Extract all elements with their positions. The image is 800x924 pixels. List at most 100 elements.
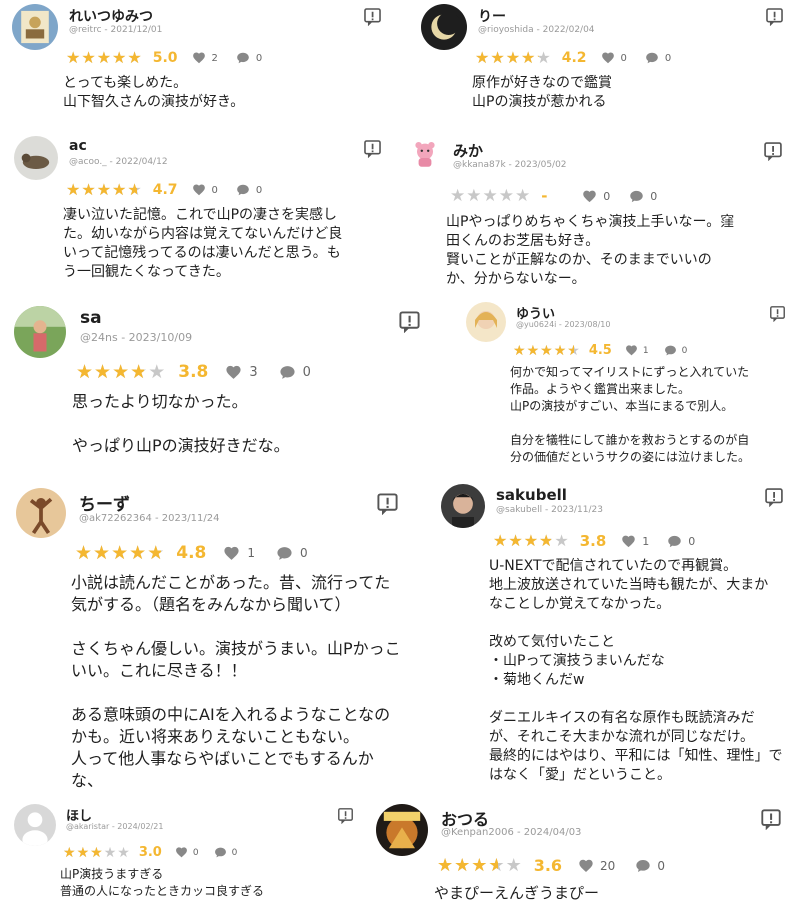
comment-bubble-icon[interactable]	[667, 534, 682, 549]
illustration-avatar-icon	[466, 302, 506, 342]
username[interactable]: ac	[69, 138, 87, 154]
report-icon[interactable]	[376, 492, 399, 515]
star-rating: ★★★★★★★★★★	[450, 185, 531, 206]
user-handle[interactable]: @akaristar	[66, 822, 109, 831]
like-heart-icon[interactable]	[225, 364, 242, 381]
comment-bubble-icon[interactable]	[236, 183, 250, 197]
report-icon[interactable]	[363, 7, 382, 26]
star-icon: ★★	[567, 342, 580, 359]
like-heart-icon[interactable]	[601, 51, 615, 65]
user-handle[interactable]: @ak72262364	[79, 513, 152, 524]
like-heart-icon[interactable]	[192, 51, 206, 65]
star-icon: ★★	[505, 854, 522, 876]
review-card: おつる@Kenpan2006 - 2024/04/03★★★★★★★★★★3.6…	[370, 800, 800, 924]
review-card: ほし@akaristar - 2024/02/21★★★★★★★★★★3.000…	[8, 800, 368, 924]
comment-bubble-icon[interactable]	[236, 51, 250, 65]
username[interactable]: みか	[453, 140, 483, 161]
username[interactable]: sa	[80, 308, 102, 328]
comment-count: 0	[231, 847, 238, 858]
user-avatar[interactable]	[14, 306, 66, 358]
user-avatar[interactable]	[466, 302, 506, 342]
star-icon: ★★	[130, 360, 148, 383]
user-avatar[interactable]	[421, 4, 467, 50]
username[interactable]: ちーず	[79, 490, 130, 515]
rating-score: 4.2	[561, 50, 587, 66]
like-count: 1	[247, 546, 255, 560]
report-icon[interactable]	[763, 141, 783, 161]
user-avatar[interactable]	[441, 484, 485, 528]
comment-bubble-icon[interactable]	[664, 344, 677, 357]
star-icon: ★★	[75, 541, 93, 564]
username[interactable]: sakubell	[496, 486, 567, 504]
star-icon: ★★	[437, 854, 454, 876]
report-icon[interactable]	[398, 310, 421, 333]
user-handle[interactable]: @sakubell	[496, 505, 542, 515]
star-icon: ★★	[475, 48, 490, 67]
user-handle[interactable]: @reitrc	[69, 25, 102, 35]
report-icon[interactable]	[769, 305, 786, 322]
review-text: 小説は読んだことがあった。昔、流行ってた 気がする。（題名をみんなから聞いて） …	[71, 573, 401, 790]
star-icon: ★★	[450, 185, 466, 206]
star-icon: ★★	[76, 360, 94, 383]
like-heart-icon[interactable]	[175, 846, 188, 859]
username[interactable]: りー	[478, 6, 506, 26]
comment-bubble-icon[interactable]	[279, 364, 296, 381]
review-text: 思ったより切なかった。 やっぱり山Pの演技好きだな。	[72, 392, 290, 455]
report-icon[interactable]	[760, 808, 782, 830]
like-heart-icon[interactable]	[625, 344, 638, 357]
meta-separator: -	[106, 157, 116, 167]
star-icon: ★★	[81, 180, 96, 199]
review-text: U-NEXTで配信されていたので再観賞。 地上波放送されていた当時も観たが、大ま…	[489, 558, 783, 783]
user-meta: @kkana87k - 2023/05/02	[453, 160, 567, 170]
star-icon: ★★	[112, 48, 127, 67]
user-avatar[interactable]	[16, 488, 66, 538]
comment-bubble-icon[interactable]	[635, 858, 651, 874]
poster-avatar-icon	[376, 804, 428, 856]
review-date: 2023/11/24	[161, 513, 220, 524]
report-icon[interactable]	[765, 7, 784, 26]
star-rating: ★★★★★★★★★★	[513, 344, 581, 358]
review-text: 凄い泣いた記憶。これで山Pの凄さを実感し た。幼いながら内容は覚えてないんだけど…	[63, 207, 343, 280]
default-user-avatar-icon	[14, 804, 56, 846]
user-handle[interactable]: @kkana87k	[453, 160, 506, 170]
like-count: 0	[603, 189, 611, 203]
user-handle[interactable]: @acoo._	[69, 157, 107, 167]
rating-row: ★ ★ ★ ★ ★ ★ ★ ★ ★ ★ 4.8 1 0	[75, 543, 308, 563]
like-heart-icon[interactable]	[192, 183, 206, 197]
star-icon: ★★	[471, 854, 488, 876]
comment-bubble-icon[interactable]	[629, 189, 644, 204]
report-icon[interactable]	[764, 487, 784, 507]
user-avatar[interactable]	[12, 4, 58, 50]
like-heart-icon[interactable]	[582, 189, 597, 204]
star-rating: ★★★★★★★★★★	[75, 541, 165, 564]
user-avatar[interactable]	[409, 138, 441, 170]
review-date: 2023/10/09	[128, 331, 193, 344]
review-text: 原作が好きなので鑑賞 山Pの演技が惹かれる	[472, 75, 612, 110]
meta-separator: -	[101, 25, 111, 35]
star-rating: ★★★★★★★★★★	[76, 360, 166, 383]
user-meta: @yu0624i - 2023/08/10	[516, 320, 610, 329]
like-heart-icon[interactable]	[578, 858, 594, 874]
rating-row: ★★★★★★★★★★3.830	[76, 362, 311, 382]
like-heart-icon[interactable]	[621, 534, 636, 549]
review-card: りー@rioyoshida - 2022/02/04★★★★★★★★★★4.20…	[415, 0, 800, 132]
moon-avatar-icon	[421, 4, 467, 50]
like-count: 3	[249, 364, 258, 380]
comment-bubble-icon[interactable]	[645, 51, 659, 65]
user-handle[interactable]: @Kenpan2006	[441, 827, 514, 838]
user-avatar[interactable]	[14, 804, 56, 846]
username[interactable]: れいつゆみつ	[69, 6, 153, 26]
rating-score: 3.0	[138, 845, 162, 860]
star-icon: ★★	[81, 48, 96, 67]
star-icon: ★★	[93, 541, 111, 564]
comment-bubble-icon[interactable]	[214, 846, 227, 859]
comment-bubble-icon[interactable]	[276, 545, 293, 562]
user-handle[interactable]: @yu0624i	[516, 320, 556, 329]
user-avatar[interactable]	[14, 136, 58, 180]
user-handle[interactable]: @rioyoshida	[478, 25, 534, 35]
like-heart-icon[interactable]	[223, 545, 240, 562]
report-icon[interactable]	[337, 807, 354, 824]
user-handle[interactable]: @24ns	[80, 331, 118, 344]
user-avatar[interactable]	[376, 804, 428, 856]
report-icon[interactable]	[363, 139, 382, 158]
